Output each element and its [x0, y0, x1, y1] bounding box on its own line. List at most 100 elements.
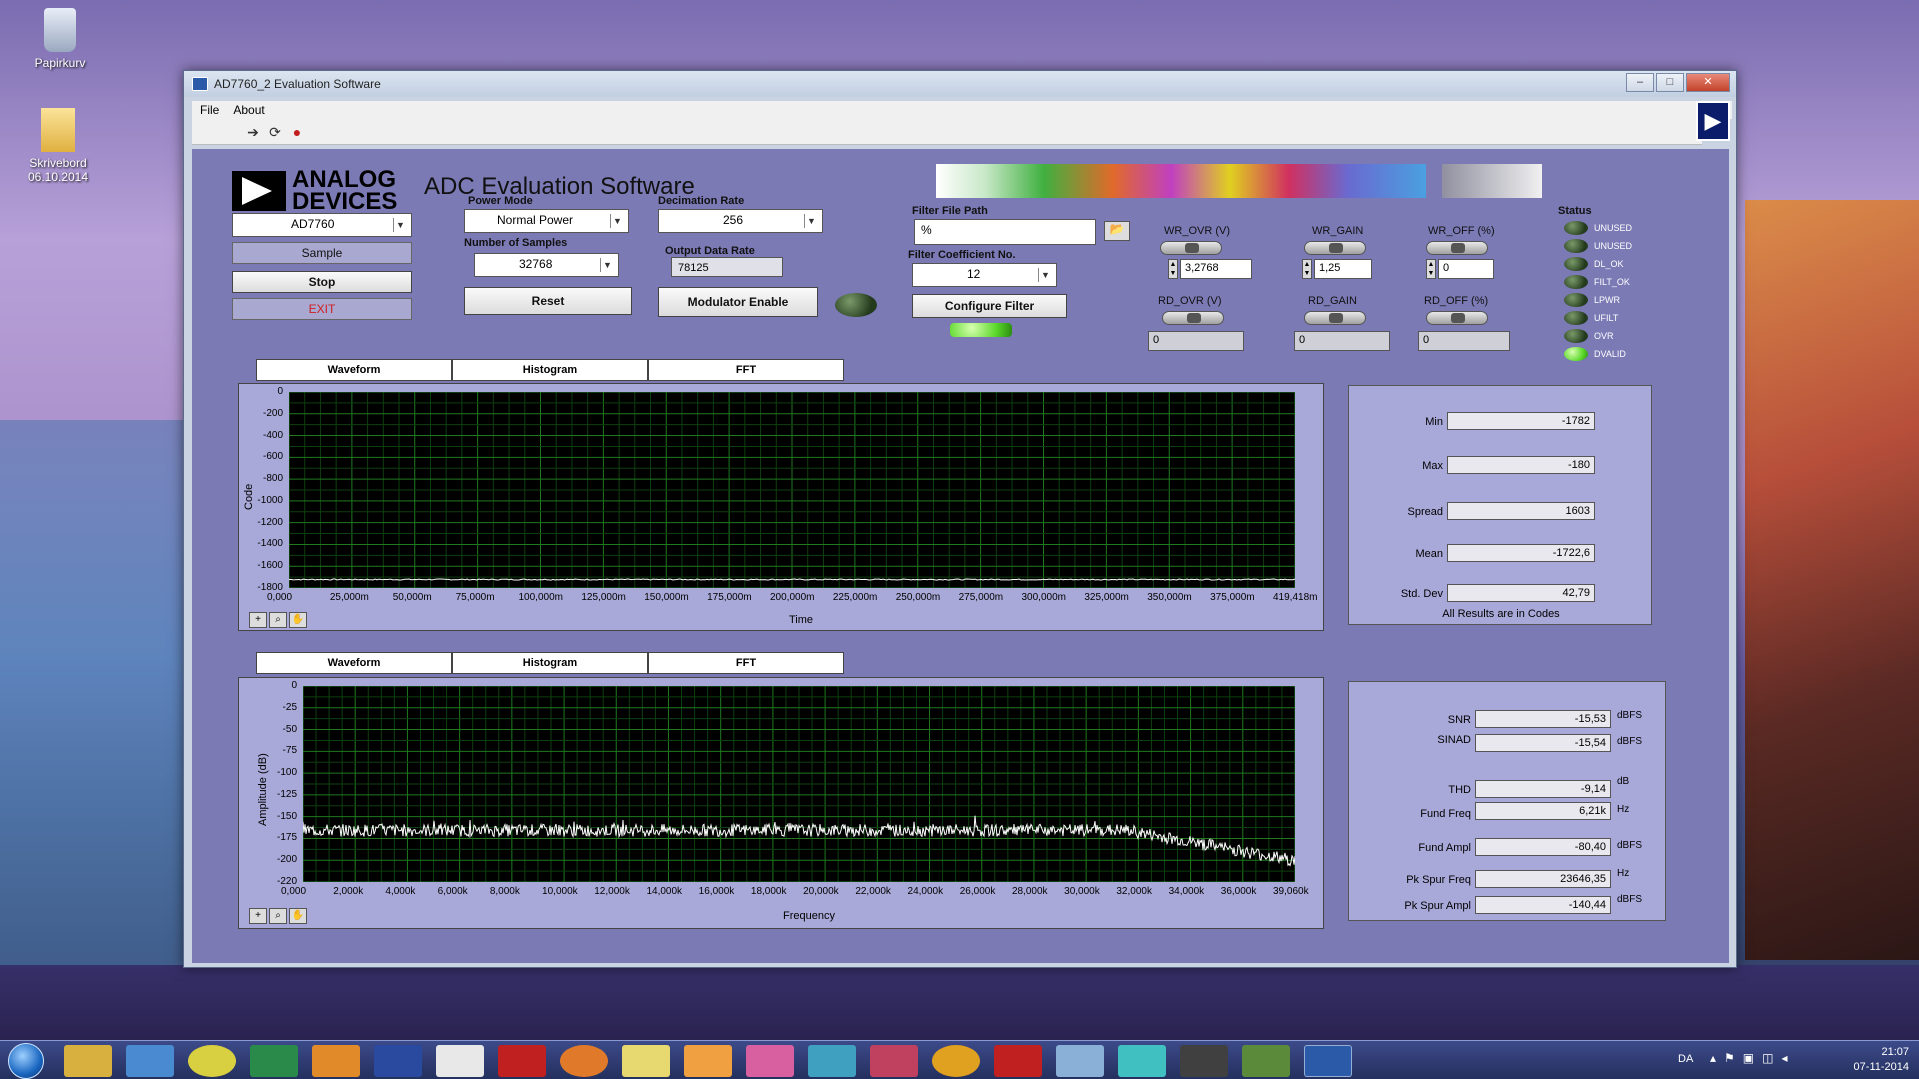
- excel-icon[interactable]: [250, 1045, 298, 1077]
- wr-off-label: WR_OFF (%): [1428, 225, 1495, 237]
- tabs-bottom: Waveform Histogram FFT: [256, 652, 844, 674]
- title-bar[interactable]: AD7760_2 Evaluation Software – □ ✕: [184, 71, 1736, 97]
- pk-spur-ampl-unit: dBFS: [1617, 894, 1643, 905]
- chevron-down-icon: ▼: [804, 214, 818, 228]
- abort-icon[interactable]: ●: [288, 123, 306, 141]
- wr-off-input[interactable]: 0: [1438, 259, 1494, 279]
- configure-filter-button[interactable]: Configure Filter: [912, 294, 1067, 318]
- tab-waveform[interactable]: Waveform: [256, 359, 452, 381]
- graph-palette: + ⌕ ✋: [249, 908, 307, 924]
- y-tick-label: -1000: [257, 494, 283, 506]
- menu-about[interactable]: About: [233, 103, 264, 117]
- zoom-icon[interactable]: ⌕: [269, 612, 287, 628]
- chevron-down-icon: ▼: [610, 214, 624, 228]
- x-tick-label: 30,000k: [1064, 886, 1100, 897]
- y-tick-label: -100: [276, 767, 297, 779]
- power-mode-select[interactable]: Normal Power ▼: [464, 209, 629, 233]
- calculator-icon[interactable]: [1056, 1045, 1104, 1077]
- tab-histogram[interactable]: Histogram: [452, 359, 648, 381]
- notepad-icon[interactable]: [436, 1045, 484, 1077]
- minimize-button[interactable]: –: [1626, 73, 1654, 92]
- desktop-icon-folder[interactable]: Skrivebord 06.10.2014: [8, 108, 108, 184]
- y-tick-label: -600: [262, 451, 283, 463]
- wr-gain-label: WR_GAIN: [1312, 225, 1364, 237]
- menu-file[interactable]: File: [200, 103, 219, 117]
- circle-app-icon[interactable]: [932, 1045, 980, 1077]
- wr-gain-input[interactable]: 1,25: [1314, 259, 1372, 279]
- fft-plot-area[interactable]: [302, 685, 1296, 883]
- desktop-icon-recycle-bin[interactable]: Papirkurv: [10, 8, 110, 70]
- tab-fft[interactable]: FFT: [648, 359, 844, 381]
- run-arrow-icon[interactable]: ➔: [244, 123, 262, 141]
- status-led: [1564, 347, 1588, 361]
- snr-label: SNR: [1447, 714, 1471, 726]
- filter-path-input[interactable]: %: [914, 219, 1096, 245]
- wr-gain-spinner[interactable]: ▲ ▼: [1302, 259, 1312, 279]
- waveform-plot-area[interactable]: [288, 391, 1296, 589]
- x-tick-label: 150,000m: [644, 592, 689, 603]
- waveform-ylabel: Code: [243, 483, 255, 510]
- tab-waveform[interactable]: Waveform: [256, 652, 452, 674]
- acrobat-icon[interactable]: [498, 1045, 546, 1077]
- explorer-icon[interactable]: [64, 1045, 112, 1077]
- waveform-graph: Code Time 0 -200 -400 -600 -800 -1000 -1200 -14…: [238, 383, 1324, 631]
- zoom-icon[interactable]: ⌕: [269, 908, 287, 924]
- filter-coef-select[interactable]: 12 ▼: [912, 263, 1057, 287]
- labview-app-icon[interactable]: [1304, 1045, 1352, 1077]
- sample-button[interactable]: Sample: [232, 242, 412, 264]
- start-button[interactable]: [8, 1043, 44, 1079]
- bulb-icon[interactable]: [622, 1045, 670, 1077]
- decimation-select[interactable]: 256 ▼: [658, 209, 823, 233]
- wr-off-slider[interactable]: [1426, 241, 1488, 255]
- word-icon[interactable]: [374, 1045, 422, 1077]
- close-button[interactable]: ✕: [1686, 73, 1730, 92]
- chrome-icon[interactable]: [188, 1045, 236, 1077]
- diamond-app-icon[interactable]: [1118, 1045, 1166, 1077]
- x-tick-label: 4,000k: [385, 886, 416, 897]
- blender-icon[interactable]: [560, 1045, 608, 1077]
- windows-flag-icon[interactable]: [1242, 1045, 1290, 1077]
- paint-icon[interactable]: [684, 1045, 732, 1077]
- pan-hand-icon[interactable]: ✋: [289, 612, 307, 628]
- x-tick-label: 22,000k: [855, 886, 891, 897]
- fund-freq-unit: Hz: [1617, 804, 1630, 815]
- wr-ovr-slider[interactable]: [1160, 241, 1222, 255]
- rd-gain-slider: [1304, 311, 1366, 325]
- x-tick-label: 26,000k: [959, 886, 996, 897]
- thunderbird-icon[interactable]: [126, 1045, 174, 1077]
- decorative-gradient: [1442, 164, 1542, 198]
- x-tick-label: 34,000k: [1168, 886, 1205, 897]
- pen-icon[interactable]: [808, 1045, 856, 1077]
- wr-ovr-input[interactable]: 3,2768: [1180, 259, 1252, 279]
- analog-devices-logo: ANALOG DEVICES: [232, 168, 397, 214]
- crosshair-icon[interactable]: +: [249, 612, 267, 628]
- num-samples-select[interactable]: 32768 ▼: [474, 253, 619, 277]
- status-row: OVR: [1564, 329, 1614, 343]
- reset-button[interactable]: Reset: [464, 287, 632, 315]
- pdf-tool-icon[interactable]: [870, 1045, 918, 1077]
- tab-histogram[interactable]: Histogram: [452, 652, 648, 674]
- crosshair-icon[interactable]: +: [249, 908, 267, 924]
- wr-gain-slider[interactable]: [1304, 241, 1366, 255]
- clock[interactable]: 21:07 07-11-2014: [1854, 1045, 1909, 1075]
- media-player-icon[interactable]: [312, 1045, 360, 1077]
- tray-icons[interactable]: ▴⚑▣◫◂: [1710, 1051, 1795, 1065]
- folder-browse-button[interactable]: 📂: [1104, 221, 1130, 241]
- wr-ovr-spinner[interactable]: ▲ ▼: [1168, 259, 1178, 279]
- desktop-wallpaper-left: [0, 420, 190, 1020]
- run-continuous-icon[interactable]: ⟳: [266, 123, 284, 141]
- device-select[interactable]: AD7760 ▼: [232, 213, 412, 237]
- flower-icon[interactable]: [746, 1045, 794, 1077]
- maximize-button[interactable]: □: [1656, 73, 1684, 92]
- ltspice-icon[interactable]: [994, 1045, 1042, 1077]
- chip-icon[interactable]: [1180, 1045, 1228, 1077]
- wr-off-spinner[interactable]: ▲ ▼: [1426, 259, 1436, 279]
- modulator-enable-button[interactable]: Modulator Enable: [658, 287, 818, 317]
- stop-button[interactable]: Stop: [232, 271, 412, 293]
- filter-path-label: Filter File Path: [912, 205, 988, 217]
- exit-button[interactable]: EXIT: [232, 298, 412, 320]
- taskbar: DA ▴⚑▣◫◂ 21:07 07-11-2014: [0, 1040, 1919, 1079]
- tab-fft[interactable]: FFT: [648, 652, 844, 674]
- pan-hand-icon[interactable]: ✋: [289, 908, 307, 924]
- language-indicator[interactable]: DA: [1678, 1053, 1693, 1065]
